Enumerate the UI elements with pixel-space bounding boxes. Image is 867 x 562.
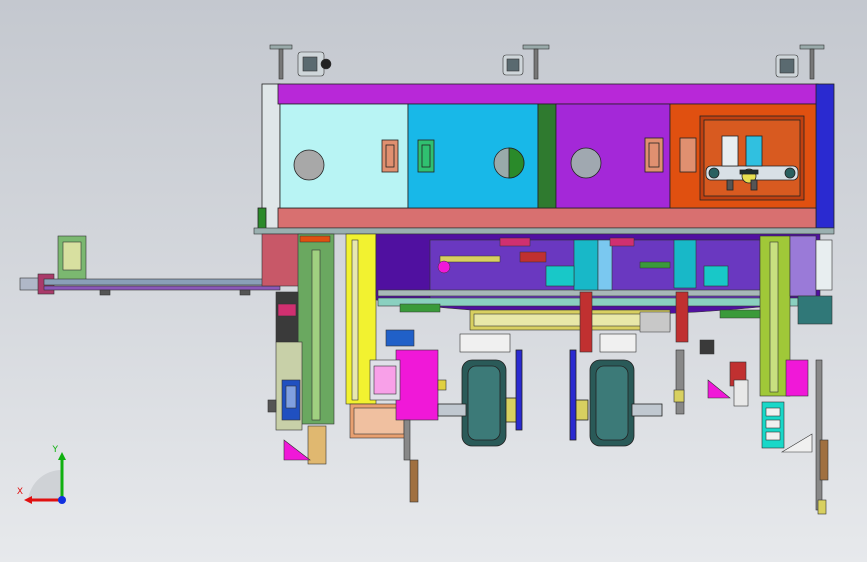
base-plate [253, 227, 835, 235]
left-column-assembly [261, 233, 335, 465]
leveling-foot [775, 44, 825, 80]
coordinate-triad: Y X [17, 445, 66, 504]
top-beam [277, 83, 819, 105]
machine-assembly-drawing: Y X [17, 44, 835, 515]
leveling-feet [269, 44, 825, 80]
bottom-beam [277, 207, 817, 229]
feed-wheel-left [437, 349, 523, 447]
feed-arm [19, 235, 281, 296]
triad-x-label: X [17, 487, 23, 497]
cad-viewport[interactable]: Y X [0, 0, 867, 562]
side-plate [815, 83, 835, 229]
feed-wheel-right [569, 349, 663, 447]
triad-y-label: Y [52, 445, 59, 455]
leveling-foot [269, 44, 332, 80]
upper-cabinet [257, 83, 835, 231]
leveling-foot [502, 44, 550, 80]
